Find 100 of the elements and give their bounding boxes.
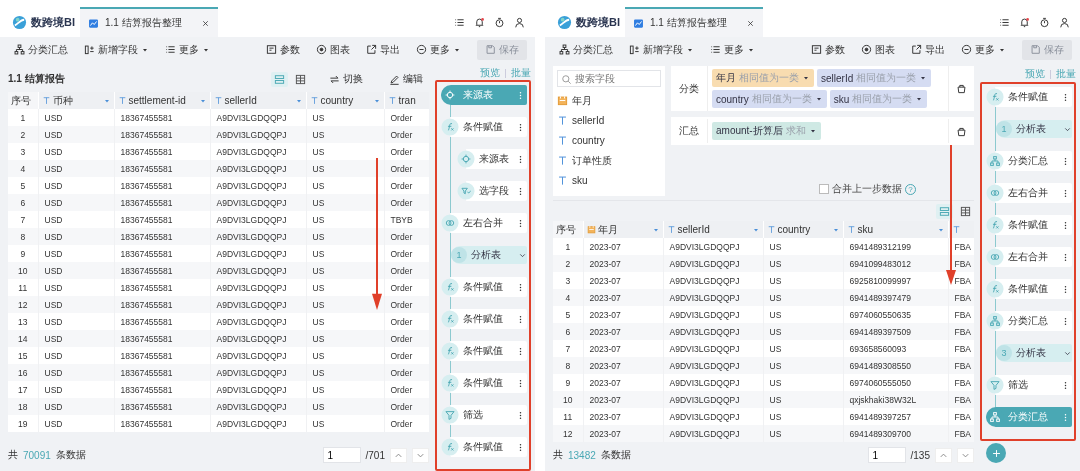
close-icon[interactable] xyxy=(746,18,755,28)
target-icon xyxy=(316,44,327,55)
chart-icon xyxy=(88,17,99,29)
flow-step[interactable]: 条件赋值 xyxy=(441,437,527,457)
flow-step[interactable]: 分类汇总 xyxy=(986,151,1072,171)
table-cell: A9DVI3LGDQQPJ xyxy=(210,194,306,211)
toolbar-button[interactable]: 参数 xyxy=(260,40,306,59)
user-icon[interactable] xyxy=(1059,16,1070,28)
user-icon[interactable] xyxy=(514,16,525,28)
toolbar-button[interactable]: 图表 xyxy=(310,40,356,59)
table-cell: A9DVI3LGDQQPJ xyxy=(210,228,306,245)
toolbar-button[interactable]: 分类汇总 xyxy=(8,40,74,59)
close-icon[interactable] xyxy=(201,18,210,28)
table-cell: FBA xyxy=(948,323,974,340)
document-tab[interactable]: 1.1 结算报告整理 xyxy=(80,7,218,37)
toolbar-button[interactable]: 更多 xyxy=(704,40,761,59)
table-cell: USD xyxy=(38,126,114,143)
page-input[interactable]: 1 xyxy=(867,447,906,463)
list-icon[interactable] xyxy=(999,16,1010,28)
flow-step[interactable]: 条件赋值 xyxy=(441,117,527,137)
flow-step[interactable]: 来源表 xyxy=(457,149,527,169)
table-cell: FBA xyxy=(948,357,974,374)
field-item[interactable]: sellerId xyxy=(557,112,661,129)
swap-icon xyxy=(329,73,340,85)
field-item[interactable]: 订单性质 xyxy=(557,152,661,169)
search-field[interactable]: 搜索字段 xyxy=(557,70,661,87)
toolbar-button[interactable]: 导出 xyxy=(905,40,951,59)
bell-icon[interactable] xyxy=(474,16,485,28)
table-number: 1 xyxy=(451,247,467,263)
action-button[interactable]: 切换 xyxy=(323,70,369,88)
toolbar-button[interactable]: 参数 xyxy=(805,40,851,59)
table-cell: 6941489308550 xyxy=(843,357,948,374)
flow-step[interactable]: 筛选 xyxy=(441,405,527,425)
flow-step[interactable]: 条件赋值 xyxy=(441,277,527,297)
table-cell: US xyxy=(306,415,384,432)
table-node[interactable]: 1 分析表 xyxy=(996,120,1072,138)
column-header[interactable]: sellerId xyxy=(663,221,763,238)
field-chip[interactable]: amount-折算后 求和 xyxy=(712,122,821,140)
toolbar-button[interactable]: 分类汇总 xyxy=(553,40,619,59)
flow-step[interactable]: 左右合并 xyxy=(441,213,527,233)
field-item[interactable]: country xyxy=(557,132,661,149)
field-item[interactable]: sku xyxy=(557,172,661,189)
crosshair-icon xyxy=(457,150,475,168)
table-cell: US xyxy=(763,255,843,272)
toolbar-button[interactable]: 更多 xyxy=(159,40,216,59)
column-header[interactable]: 年月 xyxy=(583,221,663,238)
flow-step[interactable]: 分类汇总 xyxy=(986,311,1072,331)
column-header[interactable]: settlement-id xyxy=(114,92,210,109)
timer-icon[interactable] xyxy=(494,16,505,28)
function-icon xyxy=(441,118,459,136)
toolbar-button[interactable]: 新增字段 xyxy=(623,40,700,59)
page-input[interactable]: 1 xyxy=(322,447,361,463)
table-cell: A9DVI3LGDQQPJ xyxy=(210,296,306,313)
action-button[interactable]: 编辑 xyxy=(383,70,429,88)
table-node[interactable]: 3 分析表 xyxy=(996,344,1072,362)
column-header[interactable]: sellerId xyxy=(210,92,306,109)
flow-step[interactable]: 条件赋值 xyxy=(986,279,1072,299)
table-cell: 8 xyxy=(8,228,38,245)
toolbar-button[interactable]: 导出 xyxy=(360,40,406,59)
table-cell: 19 xyxy=(8,415,38,432)
table-cell: US xyxy=(306,126,384,143)
checkbox[interactable] xyxy=(819,184,829,194)
flow-step[interactable]: 筛选 xyxy=(986,375,1072,395)
table-cell: 18367455581 xyxy=(114,330,210,347)
toolbar-button[interactable]: 新增字段 xyxy=(78,40,155,59)
column-header[interactable]: country xyxy=(763,221,843,238)
toolbar-button[interactable]: 更多 xyxy=(410,40,467,59)
rows-view-icon xyxy=(274,73,285,85)
toolbar-button[interactable]: 图表 xyxy=(855,40,901,59)
list-icon[interactable] xyxy=(454,16,465,28)
toolbar-button[interactable]: 更多 xyxy=(955,40,1012,59)
bell-icon[interactable] xyxy=(1019,16,1030,28)
table-node[interactable]: 1 分析表 xyxy=(451,246,527,264)
column-header[interactable]: tran xyxy=(384,92,429,109)
flow-step[interactable]: 条件赋值 xyxy=(986,215,1072,235)
add-step-button[interactable] xyxy=(986,443,1006,463)
field-item[interactable]: 年月 xyxy=(557,92,661,109)
column-header[interactable]: country xyxy=(306,92,384,109)
column-header[interactable]: sku xyxy=(843,221,948,238)
flow-step[interactable]: 条件赋值 xyxy=(441,309,527,329)
table-cell: Order xyxy=(384,228,429,245)
flow-step[interactable]: 条件赋值 xyxy=(441,341,527,361)
hierarchy-icon xyxy=(986,312,1004,330)
flow-step[interactable]: 条件赋值 xyxy=(986,87,1072,107)
flow-step[interactable]: 条件赋值 xyxy=(441,373,527,393)
column-header[interactable]: 序号 xyxy=(553,221,583,238)
table-cell: US xyxy=(763,391,843,408)
timer-icon[interactable] xyxy=(1039,16,1050,28)
flow-step[interactable]: 左右合并 xyxy=(986,247,1072,267)
page-count: /135 xyxy=(910,449,930,461)
flow-step[interactable]: 左右合并 xyxy=(986,183,1072,203)
column-header[interactable]: 币种 xyxy=(38,92,114,109)
document-tab[interactable]: 1.1 结算报告整理 xyxy=(625,7,763,37)
basket-icon[interactable] xyxy=(956,83,967,94)
text-type-icon xyxy=(213,96,223,105)
table-cell: US xyxy=(763,289,843,306)
table-cell: 6941489309700 xyxy=(843,425,948,442)
flow-step[interactable]: 选字段 xyxy=(457,181,527,201)
column-header[interactable]: 序号 xyxy=(8,92,38,109)
basket-icon[interactable] xyxy=(956,125,967,137)
